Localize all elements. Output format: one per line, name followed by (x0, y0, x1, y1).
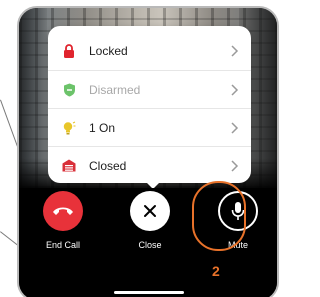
home-indicator (114, 291, 184, 294)
garage-icon (61, 158, 77, 174)
close-button[interactable] (130, 191, 170, 231)
menu-item-label: Closed (89, 158, 127, 173)
phone-screen: Locked Disarmed 1 On Closed End Call Clo… (17, 6, 279, 297)
close-control[interactable]: Close (124, 191, 176, 250)
shield-icon (61, 82, 77, 98)
end-call-button[interactable] (43, 191, 83, 231)
menu-item-garage[interactable]: Closed (48, 146, 251, 184)
chevron-right-icon (231, 122, 239, 134)
annotation-badge: 2 (212, 263, 220, 279)
menu-item-label: 1 On (89, 120, 116, 135)
close-label: Close (138, 240, 162, 250)
close-icon (144, 205, 156, 217)
menu-item-label: Locked (89, 44, 128, 58)
chevron-right-icon (231, 45, 239, 57)
chevron-right-icon (231, 160, 239, 172)
mute-control[interactable]: Mute (212, 191, 264, 250)
mute-button[interactable] (218, 191, 258, 231)
menu-item-security[interactable]: Disarmed (48, 70, 251, 108)
menu-item-lock[interactable]: Locked (48, 32, 251, 70)
chevron-right-icon (231, 84, 239, 96)
lightbulb-icon (61, 120, 77, 136)
end-call-label: End Call (45, 240, 81, 250)
microphone-icon (231, 202, 245, 220)
end-call-control[interactable]: End Call (37, 191, 89, 250)
call-controls: End Call Close Mute (19, 188, 277, 297)
mute-label: Mute (227, 240, 248, 250)
menu-item-lights[interactable]: 1 On (48, 108, 251, 146)
phone-hangup-icon (53, 207, 73, 215)
menu-item-label: Disarmed (89, 82, 141, 97)
lock-icon (61, 43, 77, 59)
device-status-menu: Locked Disarmed 1 On Closed (48, 26, 251, 183)
